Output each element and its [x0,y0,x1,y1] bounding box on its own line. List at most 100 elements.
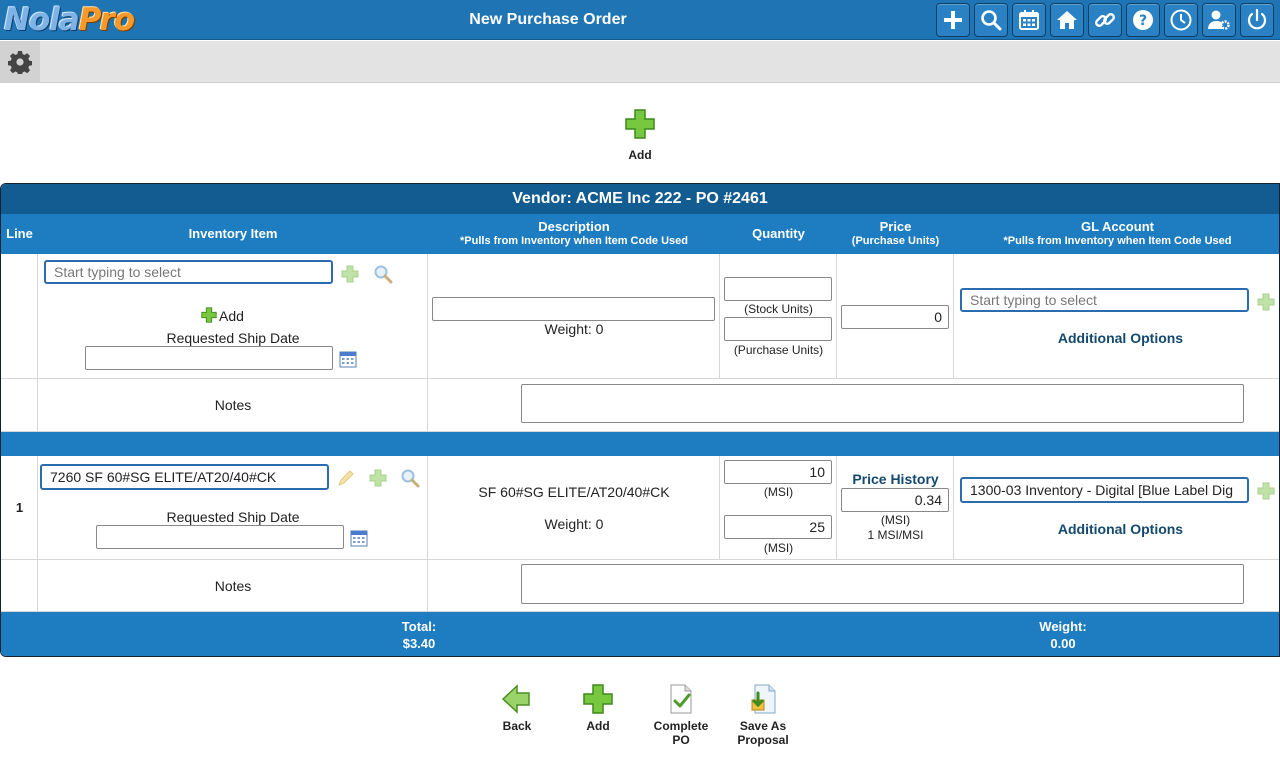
new-row-item-cell: Add Requested Ship Date [38,254,428,379]
additional-options-link[interactable]: Additional Options [954,330,1279,346]
clock-icon[interactable] [1164,3,1198,37]
home-icon[interactable] [1050,3,1084,37]
price-history-link[interactable]: Price History [837,471,954,487]
line-qty-cell: (MSI) (MSI) [720,456,837,560]
complete-po-button[interactable]: Complete PO [646,683,716,747]
ship-date-label: Requested Ship Date [166,509,300,525]
line-price-cell: Price History (MSI) 1 MSI/MSI [837,456,954,560]
calendar-icon[interactable] [349,528,369,548]
col-line: Line [1,214,38,254]
line-desc-cell: SF 60#SG ELITE/AT20/40#CK Weight: 0 [428,456,720,560]
add-item-icon[interactable] [368,468,388,488]
plus-icon [583,684,613,714]
po-header: Vendor: ACME Inc 222 - PO #2461 [1,184,1279,214]
weight-total-label: Weight: [1039,619,1087,634]
price-input[interactable] [841,305,949,329]
col-description: Description *Pulls from Inventory when It… [428,214,720,254]
line-number-cell: 1 [1,456,38,560]
line-item-input[interactable] [40,464,329,490]
new-row-desc-cell: Weight: 0 [428,254,720,379]
new-row-price-cell [837,254,954,379]
add-gl-icon[interactable] [1256,292,1276,312]
totals-bar: Total: $3.40 Weight: 0.00 [1,612,1279,656]
user-settings-icon[interactable] [1202,3,1236,37]
line-notes-cell [428,560,1279,612]
svg-text:?: ? [1139,13,1147,29]
stock-unit-label: (MSI) [763,485,794,499]
new-row-qty-cell: (Stock Units) (Purchase Units) [720,254,837,379]
line-gl-account-input[interactable] [960,477,1249,503]
search-icon[interactable] [974,3,1008,37]
notes-label: Notes [214,397,252,413]
line-purchase-qty-input[interactable] [724,515,832,539]
total-block: Total: $3.40 [369,618,469,652]
notes-textarea[interactable] [521,384,1244,423]
description-input[interactable] [432,297,715,321]
power-icon[interactable] [1240,3,1274,37]
purchase-qty-input[interactable] [724,317,832,341]
save-document-icon [751,684,776,714]
weight-label: Weight: 0 [544,321,604,337]
gl-account-input[interactable] [960,288,1249,312]
save-as-proposal-button[interactable]: Save As Proposal [728,683,798,747]
back-arrow-icon [501,684,530,714]
weight-block: Weight: 0.00 [1013,618,1113,652]
add-item-link[interactable]: Add [200,306,244,324]
section-divider [1,432,1279,456]
top-toolbar: ? [936,3,1274,37]
nolapro-logo[interactable]: NolaPro [4,1,135,39]
notes-label: Notes [214,578,252,594]
help-icon[interactable]: ? [1126,3,1160,37]
col-inventory-item: Inventory Item [38,214,428,254]
search-item-icon[interactable] [373,264,393,284]
secondary-bar [0,41,1280,83]
new-notes-line-cell [1,379,38,432]
line-item-cell: Requested Ship Date [38,456,428,560]
edit-pencil-icon[interactable] [336,468,356,488]
ship-date-label: Requested Ship Date [166,330,300,346]
conversion-label: 1 MSI/MSI [867,528,924,542]
line-ship-date-input[interactable] [96,525,344,549]
purchase-units-label: (Purchase Units) [733,343,824,357]
document-check-icon [670,684,692,714]
back-button[interactable]: Back [487,683,547,733]
col-quantity: Quantity [720,214,837,254]
add-label: Add [628,148,652,162]
line-gl-cell: Additional Options [954,456,1279,560]
col-gl-account: GL Account *Pulls from Inventory when Ite… [954,214,1279,254]
calendar-icon[interactable] [338,349,358,369]
stock-qty-input[interactable] [724,277,832,301]
purchase-order-panel: Vendor: ACME Inc 222 - PO #2461 Line Inv… [0,183,1280,657]
add-line-button-top[interactable]: Add [610,108,670,162]
add-item-icon[interactable] [340,264,360,284]
new-notes-label-cell: Notes [38,379,428,432]
plus-icon [201,307,217,323]
new-notes-cell [428,379,1279,432]
search-item-icon[interactable] [400,468,420,488]
add-icon[interactable] [936,3,970,37]
line-description: SF 60#SG ELITE/AT20/40#CK [478,484,670,500]
inventory-item-search-input[interactable] [44,260,333,284]
line-price-input[interactable] [841,488,949,512]
line-weight: Weight: 0 [544,516,604,532]
total-value: $3.40 [402,636,436,651]
new-row-gl-cell: Additional Options [954,254,1279,379]
line-stock-qty-input[interactable] [724,460,832,484]
ship-date-input[interactable] [85,346,333,370]
add-gl-icon[interactable] [1256,481,1276,501]
total-label: Total: [401,619,437,634]
col-price: Price (Purchase Units) [837,214,954,254]
price-unit-label: (MSI) [880,513,911,527]
stock-units-label: (Stock Units) [744,302,813,316]
link-icon[interactable] [1088,3,1122,37]
line-notes-textarea[interactable] [521,564,1244,604]
line-notes-label-cell: Notes [38,560,428,612]
additional-options-link[interactable]: Additional Options [954,521,1279,537]
line-number: 1 [15,500,24,515]
line-notes-line-cell [1,560,38,612]
calendar-icon[interactable] [1012,3,1046,37]
top-bar: NolaPro New Purchase Order ? [0,0,1280,40]
gear-icon[interactable] [0,41,40,82]
plus-icon [625,109,655,139]
add-button[interactable]: Add [568,683,628,733]
